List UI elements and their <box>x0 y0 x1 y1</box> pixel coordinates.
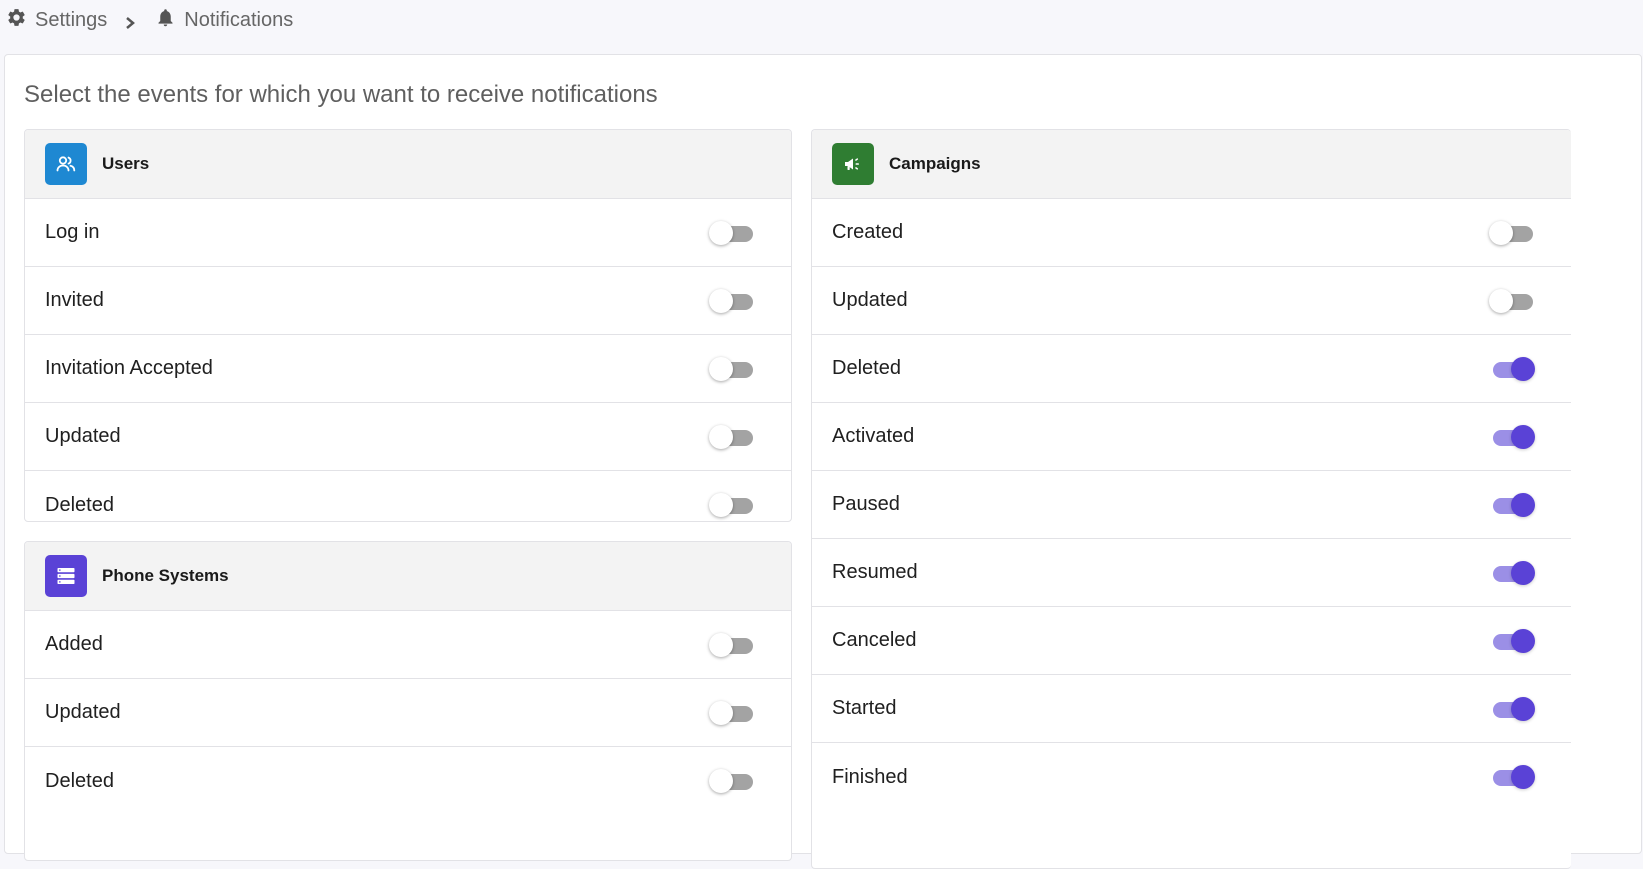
toggle-row: Added <box>25 611 791 679</box>
toggle-row: Updated <box>25 679 791 747</box>
notification-toggle[interactable] <box>1489 492 1535 518</box>
breadcrumb: Settings Notifications <box>6 0 293 40</box>
breadcrumb-notifications[interactable]: Notifications <box>155 7 293 34</box>
toggle-row-label: Activated <box>832 425 915 447</box>
toggle-row-label: Deleted <box>45 493 114 516</box>
toggle-row-label: Updated <box>832 289 908 311</box>
toggle-row: Canceled <box>812 607 1571 675</box>
toggle-thumb <box>709 769 733 793</box>
toggle-row-label: Resumed <box>832 561 918 583</box>
breadcrumb-settings-label: Settings <box>35 8 108 31</box>
toggle-row: Deleted <box>812 335 1571 403</box>
toggle-row: Updated <box>812 267 1571 335</box>
toggle-row: Resumed <box>812 539 1571 607</box>
toggle-row: Invitation Accepted <box>25 335 791 403</box>
users-panel-header: Users <box>25 130 791 199</box>
toggle-row-label: Updated <box>45 701 121 723</box>
toggle-row-label: Deleted <box>45 769 114 792</box>
toggle-thumb <box>1511 560 1535 585</box>
toggle-row: Started <box>812 675 1571 743</box>
toggle-row-label: Invitation Accepted <box>45 357 213 379</box>
breadcrumb-settings[interactable]: Settings <box>6 7 107 34</box>
toggle-thumb <box>709 493 733 517</box>
chevron-right-icon <box>123 13 137 29</box>
campaigns-panel-header: Campaigns <box>812 130 1571 199</box>
notification-toggle[interactable] <box>1489 356 1535 382</box>
toggle-row-label: Canceled <box>832 629 917 651</box>
users-icon <box>45 143 87 185</box>
toggle-row: Created <box>812 199 1571 267</box>
toggle-row-label: Deleted <box>832 357 901 379</box>
notification-toggle[interactable] <box>1489 628 1535 654</box>
toggle-row: Deleted <box>25 747 791 815</box>
notification-toggle[interactable] <box>1489 288 1535 314</box>
toggle-thumb <box>709 424 733 449</box>
users-panel-title: Users <box>102 154 150 173</box>
breadcrumb-notifications-label: Notifications <box>184 8 294 31</box>
notification-toggle[interactable] <box>1489 764 1535 790</box>
toggle-row: Invited <box>25 267 791 335</box>
toggle-thumb <box>709 356 733 381</box>
toggle-thumb <box>1511 356 1535 381</box>
toggle-row-label: Log in <box>45 221 100 243</box>
campaigns-panel: Campaigns Created Updated Deleted Activated… <box>811 129 1571 869</box>
users-list: Log in Invited Invitation Accepted Updated D… <box>25 199 791 521</box>
notification-toggle[interactable] <box>709 356 755 382</box>
notification-toggle[interactable] <box>709 220 755 246</box>
toggle-row: Finished <box>812 743 1571 811</box>
notification-toggle[interactable] <box>709 632 755 658</box>
campaigns-list: Created Updated Deleted Activated Paused Resu… <box>812 199 1571 811</box>
toggle-thumb <box>1511 696 1535 721</box>
toggle-thumb <box>1511 492 1535 517</box>
users-panel: Users Log in Invited Invitation Accepted Up… <box>24 129 792 522</box>
notification-toggle[interactable] <box>709 492 755 518</box>
phone-systems-panel: Phone Systems Added Updated Deleted <box>24 541 792 861</box>
toggle-row: Log in <box>25 199 791 267</box>
notification-toggle[interactable] <box>1489 560 1535 586</box>
notification-toggle[interactable] <box>1489 424 1535 450</box>
toggle-row: Updated <box>25 403 791 471</box>
notification-toggle[interactable] <box>709 700 755 726</box>
toggle-thumb <box>709 220 733 245</box>
notification-toggle[interactable] <box>1489 220 1535 246</box>
toggle-row-label: Invited <box>45 289 104 311</box>
toggle-row: Paused <box>812 471 1571 539</box>
megaphone-icon <box>832 143 874 185</box>
notification-toggle[interactable] <box>709 768 755 794</box>
toggle-row-label: Finished <box>832 765 908 788</box>
toggle-row-label: Updated <box>45 425 121 447</box>
bell-icon <box>155 7 176 34</box>
toggle-row-label: Created <box>832 221 904 243</box>
gear-icon <box>6 7 27 34</box>
phone-systems-panel-title: Phone Systems <box>102 566 229 585</box>
toggle-row-label: Paused <box>832 493 900 515</box>
phone-systems-list: Added Updated Deleted <box>25 611 791 815</box>
notification-toggle[interactable] <box>709 424 755 450</box>
toggle-row-label: Added <box>45 633 103 655</box>
page-heading: Select the events for which you want to … <box>24 81 658 108</box>
toggle-thumb <box>1489 220 1513 245</box>
phone-systems-panel-header: Phone Systems <box>25 542 791 611</box>
notification-toggle[interactable] <box>709 288 755 314</box>
toggle-thumb <box>709 700 733 725</box>
toggle-thumb <box>1511 424 1535 449</box>
server-list-icon <box>45 555 87 597</box>
toggle-row: Activated <box>812 403 1571 471</box>
toggle-thumb <box>1489 288 1513 313</box>
toggle-thumb <box>709 288 733 313</box>
toggle-thumb <box>1511 628 1535 653</box>
toggle-thumb <box>709 632 733 657</box>
notification-toggle[interactable] <box>1489 696 1535 722</box>
toggle-thumb <box>1511 765 1535 789</box>
campaigns-panel-title: Campaigns <box>889 154 981 173</box>
toggle-row: Deleted <box>25 471 791 521</box>
toggle-row-label: Started <box>832 697 897 719</box>
